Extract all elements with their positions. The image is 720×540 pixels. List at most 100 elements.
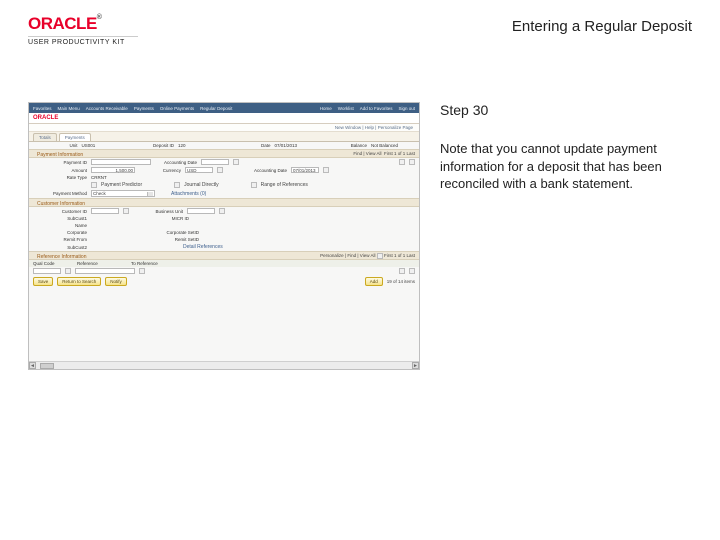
pager-find[interactable]: Find | View All <box>353 151 381 156</box>
col-to-ref: To Reference <box>131 261 191 266</box>
label-rate-type: Rate Type <box>33 175 87 180</box>
brand-subtitle: USER PRODUCTIVITY KIT <box>28 36 138 46</box>
payment-info-bar: Payment Information Find | View All Firs… <box>29 149 419 158</box>
input-bu[interactable] <box>187 208 215 214</box>
content-row: Favorites Main Menu Accounts Receivable … <box>0 52 720 370</box>
row-cust6: SubCust2 Detail References <box>29 243 419 251</box>
value-balance: Not Balanced <box>371 143 415 148</box>
label-balance: Balance <box>323 143 368 148</box>
tab-totals[interactable]: Totals <box>33 133 57 141</box>
save-button[interactable]: Save <box>33 277 53 286</box>
pager-count[interactable]: First 1 of 1 Last <box>384 151 415 156</box>
label-payment-id: Payment ID <box>33 160 87 165</box>
label-amount: Amount <box>33 168 87 173</box>
label-acct-date2: Accounting Date <box>227 168 287 173</box>
checkbox-journal[interactable] <box>174 182 180 188</box>
nav-link[interactable]: Worklist <box>338 106 354 111</box>
label-unit: Unit <box>33 143 78 148</box>
scroll-thumb[interactable] <box>40 363 54 369</box>
lookup-icon[interactable] <box>219 208 225 214</box>
label-corp-setid: Corporate SetID <box>139 230 199 235</box>
nav-item[interactable]: Online Payments <box>160 106 194 111</box>
select-payment-method[interactable]: Check <box>91 190 155 197</box>
value-rate-type: CRRNT <box>91 175 135 180</box>
scroll-right-icon[interactable]: ► <box>412 362 419 369</box>
lookup-icon[interactable] <box>65 268 71 274</box>
app-brandbar: ORACLE <box>29 113 419 124</box>
input-ref[interactable] <box>75 268 135 274</box>
oracle-logo-text: ORACLE <box>28 14 97 33</box>
page-header: ORACLE® USER PRODUCTIVITY KIT Entering a… <box>0 0 720 52</box>
checkbox-payment-predictor[interactable] <box>91 182 97 188</box>
document-title: Entering a Regular Deposit <box>512 14 692 35</box>
delete-row-icon[interactable] <box>409 268 415 274</box>
label-journal: Journal Directly <box>184 182 218 188</box>
grid-header-row: Qual Code Reference To Reference <box>29 260 419 267</box>
pager-ref-count[interactable]: First 1 of 1 Last <box>384 253 415 258</box>
lookup-icon[interactable] <box>123 208 129 214</box>
link-attachments[interactable]: Attachments (0) <box>171 191 206 197</box>
tab-payments[interactable]: Payments <box>59 133 91 141</box>
link-detail-refs[interactable]: Detail References <box>183 244 223 250</box>
row-cust2: SubCust1 MICR ID <box>29 215 419 222</box>
payment-info-label: Payment Information <box>33 150 87 158</box>
calendar-icon[interactable] <box>323 167 329 173</box>
nav-item[interactable]: Regular Deposit <box>200 106 232 111</box>
reference-info-label: Reference Information <box>33 252 90 260</box>
brand-block: ORACLE® USER PRODUCTIVITY KIT <box>28 14 138 46</box>
tabstrip: Totals Payments <box>29 132 419 142</box>
step-body: Note that you cannot update payment info… <box>440 140 690 193</box>
lookup-icon[interactable] <box>139 268 145 274</box>
label-sub2: SubCust2 <box>33 245 87 250</box>
value-date: 07/01/2013 <box>275 143 319 148</box>
notify-button[interactable]: Notify <box>105 277 127 286</box>
instructions-panel: Step 30 Note that you cannot update paym… <box>440 102 692 193</box>
label-remit-setid: Remit SetID <box>139 237 199 242</box>
add-row-icon[interactable] <box>399 268 405 274</box>
col-ref: Reference <box>77 261 127 266</box>
pager-personalize[interactable]: Personalize | Find | View All <box>320 253 375 258</box>
row-rate-type: Rate Type CRRNT <box>29 174 419 181</box>
input-currency[interactable]: USD <box>185 167 213 173</box>
nav-item[interactable]: Favorites <box>33 106 52 111</box>
oracle-mini-logo: ORACLE <box>33 115 58 121</box>
horizontal-scrollbar[interactable]: ◄ ► <box>29 361 419 369</box>
oracle-logo: ORACLE® <box>28 14 101 34</box>
input-acct-date[interactable] <box>201 159 229 165</box>
add-button[interactable]: Add <box>365 277 383 286</box>
input-cust-id[interactable] <box>91 208 119 214</box>
nav-item[interactable]: Accounts Receivable <box>86 106 128 111</box>
row-cust5: Remit From Remit SetID <box>29 236 419 243</box>
lookup-icon[interactable] <box>217 167 223 173</box>
row-cust1: Customer ID Business Unit <box>29 207 419 215</box>
input-acct-date2[interactable]: 07/01/2013 <box>291 167 319 173</box>
nav-link[interactable]: Home <box>320 106 332 111</box>
label-sub: SubCust1 <box>33 216 87 221</box>
row-checks: Payment Predictor Journal Directly Range… <box>29 181 419 189</box>
nav-link[interactable]: Add to Favorites <box>360 106 393 111</box>
scroll-left-icon[interactable]: ◄ <box>29 362 36 369</box>
grid-data-row <box>29 267 419 275</box>
nav-link[interactable]: Sign out <box>398 106 415 111</box>
label-remit: Remit From <box>33 237 87 242</box>
input-amount[interactable]: 1,500.00 <box>91 167 135 173</box>
checkbox-range[interactable] <box>251 182 257 188</box>
footer-buttons: Save Return to Search Notify Add 19 of 1… <box>29 275 419 288</box>
row-cust4: Corporate Corporate SetID <box>29 229 419 236</box>
value-deposit: 120 <box>178 143 222 148</box>
label-cust-id: Customer ID <box>33 209 87 214</box>
return-button[interactable]: Return to Search <box>57 277 101 286</box>
delete-row-icon[interactable] <box>409 159 415 165</box>
calendar-icon[interactable] <box>233 159 239 165</box>
label-corp: Corporate <box>33 230 87 235</box>
add-row-icon[interactable] <box>399 159 405 165</box>
reference-info-bar: Reference Information Personalize | Find… <box>29 251 419 260</box>
label-currency: Currency <box>139 168 181 173</box>
grid-icon[interactable] <box>377 253 383 259</box>
app-subbar[interactable]: New Window | Help | Personalize Page <box>29 124 419 132</box>
nav-item[interactable]: Main Menu <box>58 106 80 111</box>
input-payment-id[interactable] <box>91 159 151 165</box>
step-title: Step 30 <box>440 102 692 118</box>
nav-item[interactable]: Payments <box>134 106 154 111</box>
input-qual[interactable] <box>33 268 61 274</box>
